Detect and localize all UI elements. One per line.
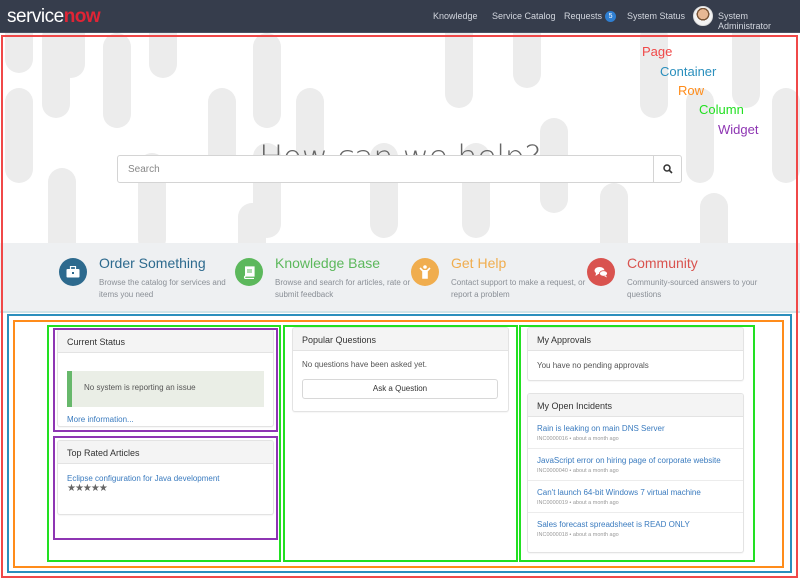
incident-item[interactable]: Can't launch 64-bit Windows 7 virtual ma… [528,481,743,513]
background-pill [700,193,728,243]
background-pill [48,168,76,243]
widget-title: Popular Questions [293,328,508,351]
legend-column: Column [699,102,744,117]
background-pill [513,33,541,88]
incident-meta: INC0000040 • about a month ago [537,468,619,474]
empty-approvals-text: You have no pending approvals [537,361,649,370]
empty-questions-text: No questions have been asked yet. [302,360,427,369]
top-rated-articles-widget: Top Rated Articles Eclipse configuration… [57,440,274,515]
background-pill [253,33,281,128]
background-pill [57,33,85,78]
quick-link-title: Order Something [99,255,206,271]
quick-link-description: Browse the catalog for services and item… [99,278,226,299]
search-input[interactable] [118,156,654,182]
incident-meta: INC0000019 • about a month ago [537,500,619,506]
quick-link-title: Community [627,255,698,271]
book-icon [235,258,263,286]
widget-title: My Approvals [528,328,743,351]
legend-widget: Widget [718,122,759,137]
search-button[interactable] [653,156,681,182]
legend-page: Page [642,44,673,59]
legend-row: Row [678,83,705,98]
nav-system-status[interactable]: System Status [627,11,685,21]
quick-link-community[interactable]: Community Community-sourced answers to y… [587,255,777,305]
servicenow-logo[interactable]: servicenow [7,6,101,28]
background-pill [600,183,628,243]
nav-requests[interactable]: Requests 5 [564,11,617,23]
my-approvals-widget: My Approvals You have no pending approva… [527,327,744,381]
quick-link-description: Contact support to make a request, or re… [451,278,586,299]
legend-container: Container [660,64,717,79]
ask-question-button[interactable]: Ask a Question [302,379,498,399]
article-link[interactable]: Eclipse configuration for Java developme… [67,474,264,483]
incident-title-link[interactable]: Can't launch 64-bit Windows 7 virtual ma… [537,488,734,497]
incident-title-link[interactable]: JavaScript error on hiring page of corpo… [537,456,734,465]
quick-link-description: Browse and search for articles, rate or … [275,278,411,299]
person-help-icon [411,258,439,286]
my-open-incidents-widget: My Open Incidents Rain is leaking on mai… [527,393,744,553]
incident-item[interactable]: Rain is leaking on main DNS Server INC00… [528,417,743,449]
quick-links-bar: Order Something Browse the catalog for s… [0,243,800,313]
chat-bubbles-icon [587,258,615,286]
search-bar [117,155,682,183]
quick-link-knowledge-base[interactable]: Knowledge Base Browse and search for art… [235,255,425,305]
logo-text-service: service [7,6,64,27]
widget-title: Current Status [58,330,273,353]
briefcase-icon [59,258,87,286]
background-pill [149,33,177,78]
incident-meta: INC0000018 • about a month ago [537,532,619,538]
search-icon [662,164,673,174]
incident-item[interactable]: Sales forecast spreadsheet is READ ONLY … [528,513,743,544]
requests-count-badge: 5 [605,11,617,23]
user-avatar[interactable] [693,6,713,26]
background-pill [732,33,760,108]
user-menu[interactable]: System Administrator [718,11,800,31]
nav-requests-label: Requests [564,11,603,21]
popular-questions-widget: Popular Questions No questions have been… [292,327,509,412]
quick-link-get-help[interactable]: Get Help Contact support to make a reque… [411,255,601,305]
incident-item[interactable]: JavaScript error on hiring page of corpo… [528,449,743,481]
current-status-widget: Current Status No system is reporting an… [57,329,274,427]
status-message: No system is reporting an issue [67,371,264,407]
background-pill [445,33,473,108]
incident-meta: INC0000016 • about a month ago [537,436,619,442]
background-pill [5,33,33,73]
top-navbar: servicenow Knowledge Service Catalog Req… [0,0,800,33]
nav-service-catalog[interactable]: Service Catalog [492,11,556,21]
star-rating: ★★★★★ [67,483,108,494]
more-information-link[interactable]: More information... [67,415,264,424]
quick-link-description: Community-sourced answers to your questi… [627,278,758,299]
incident-title-link[interactable]: Sales forecast spreadsheet is READ ONLY [537,520,734,529]
quick-link-order-something[interactable]: Order Something Browse the catalog for s… [59,255,249,305]
quick-link-title: Knowledge Base [275,255,381,271]
incident-title-link[interactable]: Rain is leaking on main DNS Server [537,424,734,433]
nav-knowledge[interactable]: Knowledge [433,11,478,21]
logo-text-now: now [63,6,101,27]
widget-title: Top Rated Articles [58,441,273,464]
widget-title: My Open Incidents [528,394,743,417]
quick-link-title: Get Help [451,255,507,271]
background-pill [103,33,131,128]
